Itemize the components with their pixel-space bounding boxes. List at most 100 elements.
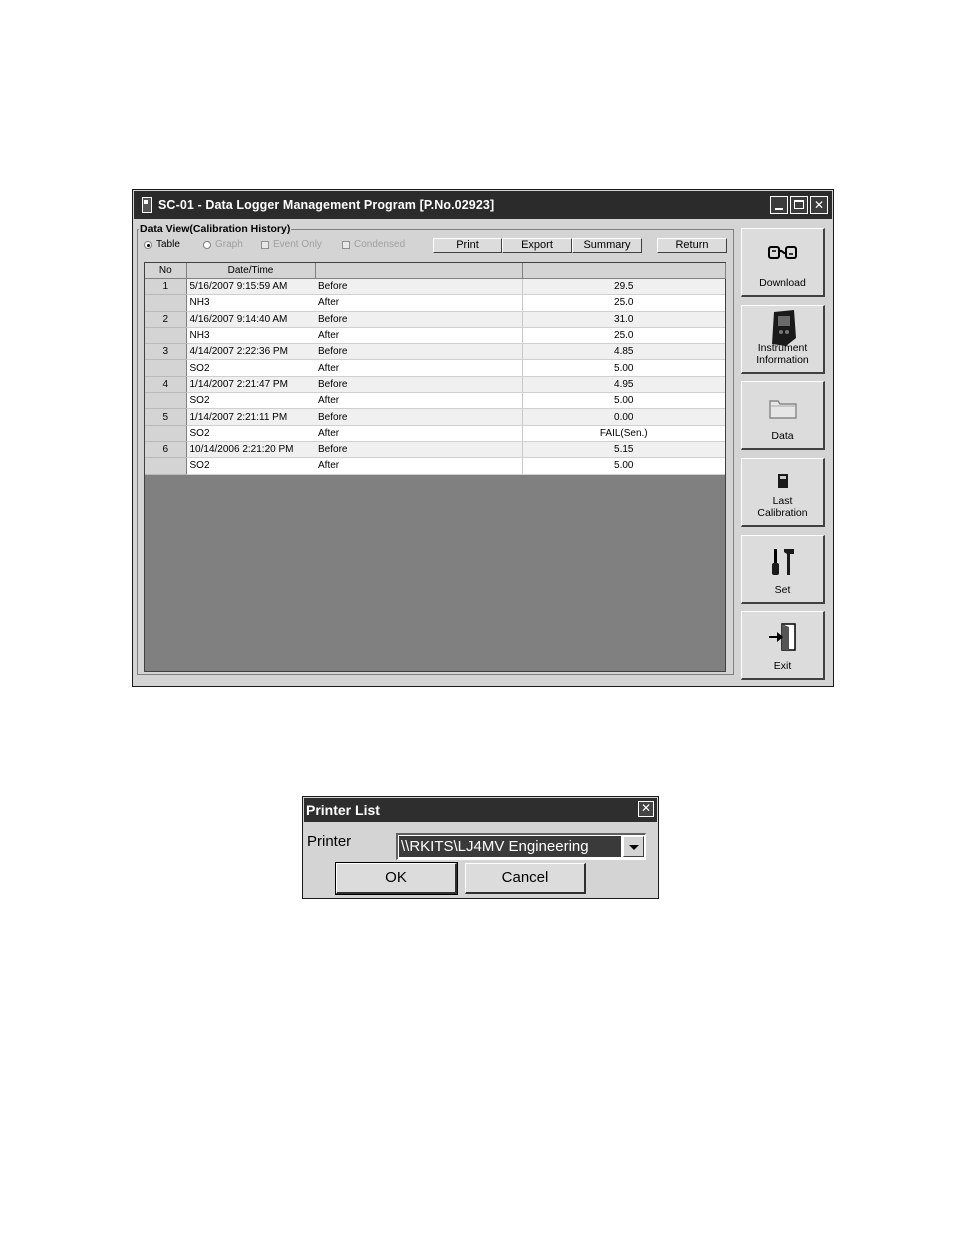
row-number (145, 294, 187, 312)
chevron-down-icon[interactable] (623, 836, 644, 857)
export-button[interactable]: Export (502, 238, 572, 253)
event-only-checkbox[interactable]: Event Only (261, 239, 322, 250)
row-value: FAIL(Sen.) (521, 425, 725, 442)
table-header-row: No Date/Time (145, 263, 726, 279)
row-state: After (315, 327, 522, 345)
checkbox-icon[interactable] (261, 240, 269, 249)
calibration-icon (742, 473, 823, 489)
row-number: 5 (145, 408, 187, 426)
table-row[interactable]: SO2 After 5.00 (145, 457, 725, 475)
dialog-title[interactable]: Printer List (304, 798, 657, 822)
row-state: Before (315, 376, 522, 394)
close-icon[interactable]: ✕ (810, 196, 828, 214)
column-header-datetime[interactable]: Date/Time (186, 263, 316, 279)
exit-button[interactable]: Exit (741, 611, 825, 680)
row-value: 29.5 (521, 278, 725, 296)
column-header-state[interactable] (315, 263, 523, 279)
app-icon (142, 197, 152, 213)
row-datetime: SO2 (186, 425, 315, 442)
row-datetime: 4/14/2007 2:22:36 PM (186, 343, 315, 361)
selected-printer[interactable]: \\RKITS\LJ4MV Engineering (399, 836, 621, 857)
row-state: After (315, 294, 522, 312)
row-number: 2 (145, 311, 187, 328)
row-number: 6 (145, 441, 187, 459)
row-datetime: 1/14/2007 2:21:11 PM (186, 408, 315, 426)
title-bar[interactable]: SC-01 - Data Logger Management Program [… (134, 191, 832, 219)
row-datetime: 10/14/2006 2:21:20 PM (186, 441, 315, 459)
table-row[interactable]: 6 10/14/2006 2:21:20 PM Before 5.15 (145, 441, 725, 459)
radio-icon[interactable] (203, 240, 211, 249)
table-radio[interactable]: Table (144, 239, 180, 250)
download-label: Download (759, 277, 806, 289)
row-value: 5.00 (521, 457, 725, 475)
row-datetime: NH3 (186, 327, 315, 345)
main-window: SC-01 - Data Logger Management Program [… (132, 189, 834, 687)
summary-button[interactable]: Summary (572, 238, 642, 253)
row-number (145, 359, 187, 377)
maximize-icon[interactable] (790, 196, 808, 214)
row-state: Before (315, 278, 522, 296)
return-button[interactable]: Return (657, 238, 727, 253)
graph-radio[interactable]: Graph (203, 239, 243, 250)
graph-option-label: Graph (215, 239, 243, 250)
table-row[interactable]: 3 4/14/2007 2:22:36 PM Before 4.85 (145, 343, 725, 361)
group-label: Data View(Calibration History) (139, 223, 292, 235)
download-button[interactable]: Download (741, 228, 825, 297)
tools-icon (742, 545, 823, 579)
table-row[interactable]: SO2 After FAIL(Sen.) (145, 425, 725, 442)
calibration-table: No Date/Time 1 5/16/2007 9:15:59 AM Before… (145, 263, 726, 475)
radio-selected-icon[interactable] (144, 240, 152, 249)
table-row[interactable]: NH3 After 25.0 (145, 294, 725, 312)
printer-list-dialog: Printer List ✕ Printer \\RKITS\LJ4MV Eng… (302, 796, 659, 899)
row-number (145, 425, 187, 442)
table-row[interactable]: SO2 After 5.00 (145, 392, 725, 410)
instrument-information-label: Instrument Information (742, 342, 823, 366)
row-value: 31.0 (521, 311, 725, 328)
row-state: Before (315, 311, 522, 328)
row-datetime: SO2 (186, 359, 315, 377)
row-value: 5.00 (521, 392, 725, 410)
row-datetime: SO2 (186, 457, 315, 475)
download-icon (742, 243, 823, 263)
ok-button[interactable]: OK (335, 862, 458, 895)
row-state: Before (315, 441, 522, 459)
print-button[interactable]: Print (433, 238, 502, 253)
last-calibration-line2: Calibration (757, 507, 808, 519)
data-label: Data (771, 430, 794, 442)
set-label: Set (774, 584, 791, 596)
column-header-value[interactable] (522, 263, 726, 279)
table-body: 1 5/16/2007 9:15:59 AM Before 29.5 NH3 After 2… (145, 278, 725, 475)
row-number: 1 (145, 278, 187, 296)
row-state: After (315, 425, 522, 442)
close-icon[interactable]: ✕ (638, 801, 654, 817)
event-only-label: Event Only (273, 239, 322, 250)
minimize-icon[interactable] (770, 196, 788, 214)
calibration-table-area[interactable]: No Date/Time 1 5/16/2007 9:15:59 AM Before… (144, 262, 726, 672)
data-button[interactable]: Data (741, 381, 825, 450)
checkbox-icon[interactable] (342, 240, 350, 249)
row-datetime: 5/16/2007 9:15:59 AM (186, 278, 315, 296)
row-datetime: SO2 (186, 392, 315, 410)
row-state: After (315, 457, 522, 475)
table-row[interactable]: 2 4/16/2007 9:14:40 AM Before 31.0 (145, 311, 725, 328)
last-calibration-line1: Last (772, 495, 793, 507)
row-datetime: NH3 (186, 294, 315, 312)
row-value: 0.00 (521, 408, 725, 426)
table-row[interactable]: SO2 After 5.00 (145, 359, 725, 377)
column-header-no[interactable]: No (145, 263, 187, 279)
row-number: 4 (145, 376, 187, 394)
table-row[interactable]: 4 1/14/2007 2:21:47 PM Before 4.95 (145, 376, 725, 394)
last-calibration-button[interactable]: Last Calibration (741, 458, 825, 527)
set-button[interactable]: Set (741, 535, 825, 604)
printer-select[interactable]: \\RKITS\LJ4MV Engineering (396, 833, 646, 860)
exit-door-icon (742, 622, 823, 652)
cancel-button[interactable]: Cancel (465, 863, 586, 894)
table-row[interactable]: NH3 After 25.0 (145, 327, 725, 345)
table-row[interactable]: 5 1/14/2007 2:21:11 PM Before 0.00 (145, 408, 725, 426)
table-option-label: Table (156, 239, 180, 250)
instrument-information-button[interactable]: Instrument Information (741, 305, 825, 374)
table-row[interactable]: 1 5/16/2007 9:15:59 AM Before 29.5 (145, 278, 725, 296)
condensed-checkbox[interactable]: Condensed (342, 239, 405, 250)
row-value: 25.0 (521, 327, 725, 345)
row-value: 5.15 (521, 441, 725, 459)
